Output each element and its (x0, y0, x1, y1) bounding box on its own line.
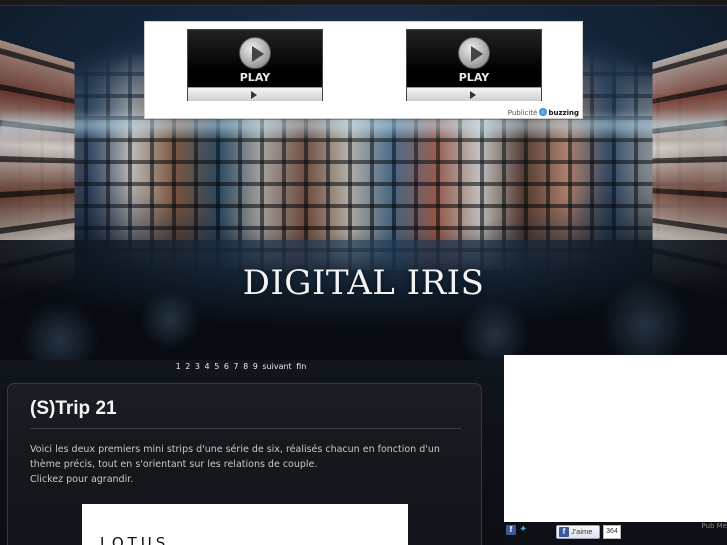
post-body-line: thème précis, tout en s'orientant sur le… (30, 459, 318, 470)
play-label: PLAY (239, 71, 271, 84)
play-icon[interactable] (458, 37, 490, 69)
site-title[interactable]: DIGITAL IRIS (0, 263, 727, 303)
page-link[interactable]: 8 (243, 362, 248, 371)
post-title[interactable]: (S)Trip 21 (30, 398, 117, 420)
page-link[interactable]: 7 (233, 362, 238, 371)
social-bar: f ✦ f J'aime 364 Pub Mé (504, 522, 727, 545)
post-body: Voici les deux premiers mini strips d'un… (30, 442, 460, 487)
video-player-2[interactable]: PLAY (406, 29, 542, 101)
video-player-1[interactable]: PLAY (187, 29, 323, 101)
page-link[interactable]: 3 (195, 362, 200, 371)
page-link[interactable]: 4 (205, 362, 210, 371)
page-link[interactable]: 1 (176, 362, 181, 371)
play-small-icon[interactable] (251, 91, 257, 99)
next-page-link[interactable]: suivant (262, 362, 291, 371)
page-link[interactable]: 2 (185, 362, 190, 371)
post-divider (30, 428, 461, 429)
video-controls[interactable] (407, 87, 541, 101)
video-controls[interactable] (188, 87, 322, 101)
play-small-icon[interactable] (470, 91, 476, 99)
top-bar (0, 0, 727, 6)
post-image-text: LOTUS (100, 534, 170, 545)
post-body-line: Clickez pour agrandir. (30, 474, 134, 485)
buzzing-logo-icon (539, 108, 548, 116)
play-label: PLAY (458, 71, 490, 84)
like-count: 364 (603, 525, 621, 539)
page-link[interactable]: 9 (253, 362, 258, 371)
post-image[interactable]: LOTUS (82, 504, 408, 545)
twitter-icon[interactable]: ✦ (519, 525, 530, 535)
post-body-line: Voici les deux premiers mini strips d'un… (30, 444, 440, 455)
play-icon[interactable] (239, 37, 271, 69)
pub-label[interactable]: Pub Mé (701, 522, 727, 530)
page-link[interactable]: 6 (224, 362, 229, 371)
pagination: 1 2 3 4 5 6 7 8 9 suivant fin (0, 362, 482, 374)
ad-banner[interactable]: PLAY PLAY Publicité buzzing (144, 21, 583, 119)
last-page-link[interactable]: fin (296, 362, 306, 371)
like-label: J'aime (571, 527, 593, 536)
ad-credit[interactable]: Publicité buzzing (508, 108, 579, 117)
blog-post: (S)Trip 21 Voici les deux premiers mini … (7, 383, 482, 545)
facebook-icon: f (559, 527, 569, 537)
like-button[interactable]: f J'aime (556, 525, 600, 539)
ad-credit-prefix: Publicité (507, 109, 538, 117)
facebook-icon[interactable]: f (506, 525, 516, 535)
ad-credit-brand: buzzing (548, 109, 579, 117)
sidebar-ad-box[interactable] (504, 355, 727, 525)
page-link[interactable]: 5 (214, 362, 219, 371)
